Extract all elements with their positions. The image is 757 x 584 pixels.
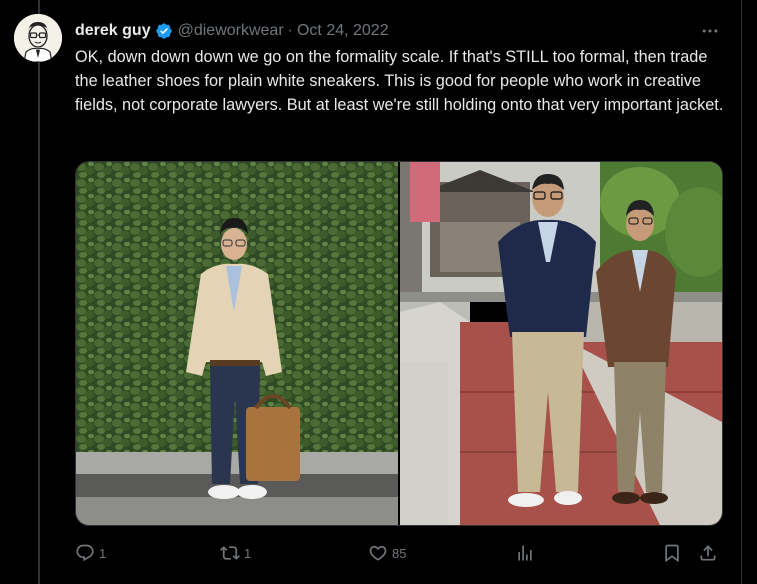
share-button[interactable] [698, 541, 718, 565]
verified-badge-icon[interactable] [155, 22, 173, 40]
avatar-illustration-icon [14, 14, 62, 62]
author-display-name[interactable]: derek guy [75, 22, 151, 40]
views-button[interactable] [515, 541, 535, 565]
retweet-icon [220, 546, 240, 560]
tweet-text: OK, down down down we go on the formalit… [75, 48, 724, 114]
separator-dot: · [287, 22, 293, 39]
avatar[interactable] [14, 14, 62, 62]
more-icon [702, 29, 718, 33]
bookmark-button[interactable] [662, 541, 682, 565]
tweet-header: derek guy @dieworkwear · Oct 24, 2022 [75, 20, 725, 42]
more-options-button[interactable] [699, 20, 721, 42]
photo-man-beige-jacket[interactable] [76, 162, 398, 525]
author-handle[interactable]: @dieworkwear [178, 22, 284, 40]
bookmark-icon [665, 544, 679, 563]
photo-ivy-wall-icon [76, 162, 398, 525]
photo-two-men[interactable] [400, 162, 722, 525]
retweet-button[interactable]: 1 [220, 541, 251, 565]
column-border [741, 0, 742, 584]
like-count: 85 [392, 545, 407, 561]
reply-count: 1 [99, 545, 107, 561]
tweet-date[interactable]: Oct 24, 2022 [297, 22, 389, 40]
tweet-actions-bar: 1 1 85 [75, 541, 725, 565]
retweet-count: 1 [244, 545, 252, 561]
heart-icon [369, 545, 387, 561]
like-button[interactable]: 85 [368, 541, 406, 565]
reply-button[interactable]: 1 [75, 541, 106, 565]
analytics-icon [518, 545, 532, 561]
media-grid [75, 161, 723, 526]
reply-icon [76, 544, 94, 562]
photo-street-two-men-icon [400, 162, 722, 525]
thread-line [38, 0, 40, 584]
share-icon [700, 545, 716, 561]
